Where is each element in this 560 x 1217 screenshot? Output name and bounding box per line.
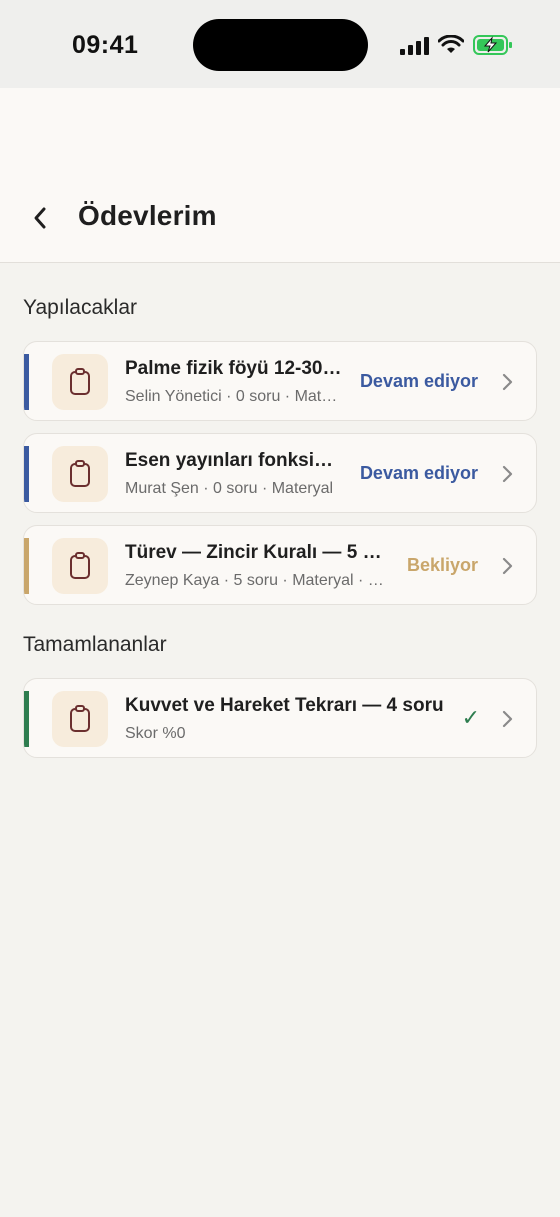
assignment-title: Palme fizik föyü 12-30 soru — [125, 358, 343, 379]
status-badge: Devam ediyor — [359, 463, 478, 483]
status-badge: Devam ediyor — [359, 371, 478, 391]
chevron-right-icon — [502, 710, 513, 728]
status-bar: 09:41 — [0, 0, 560, 88]
assignment-meta: Selin Yönetici · 0 soru · Materyal — [125, 388, 343, 405]
chevron-right-icon — [502, 373, 513, 391]
assignment-card[interactable]: Türev — Zincir Kuralı — 5 soru Zeynep Ka… — [23, 525, 537, 605]
assignment-title: Türev — Zincir Kuralı — 5 soru — [125, 542, 387, 563]
wifi-icon — [438, 35, 464, 53]
assignment-meta: Murat Şen · 0 soru · Materyal — [125, 480, 334, 497]
assignment-card[interactable]: Esen yayınları fonksiyonlar Murat Şen · … — [23, 433, 537, 513]
status-accent — [24, 538, 29, 594]
check-icon: ✓ — [461, 705, 480, 730]
dynamic-island — [193, 19, 368, 71]
clipboard-icon — [52, 691, 108, 747]
status-badge: Bekliyor — [406, 555, 478, 575]
clipboard-icon — [52, 354, 108, 410]
assignment-meta: Zeynep Kaya · 5 soru · Materyal · PDF — [125, 572, 387, 589]
battery-charging-icon — [473, 35, 512, 55]
status-accent — [24, 691, 29, 747]
chevron-right-icon — [502, 465, 513, 483]
section-title-done: Tamamlananlar — [23, 633, 167, 656]
section-title-todo: Yapılacaklar — [23, 296, 138, 319]
chevron-left-icon — [34, 207, 46, 229]
status-time: 09:41 — [72, 31, 139, 59]
chevron-right-icon — [502, 557, 513, 575]
status-accent — [24, 354, 29, 410]
assignment-card[interactable]: Palme fizik föyü 12-30 soru Selin Yöneti… — [23, 341, 537, 421]
status-accent — [24, 446, 29, 502]
clipboard-icon — [52, 446, 108, 502]
assignment-card[interactable]: Kuvvet ve Hareket Tekrarı — 4 soru Skor … — [23, 678, 537, 758]
assignment-meta: Skor %0 — [125, 725, 186, 742]
clipboard-icon — [52, 538, 108, 594]
signal-icon — [400, 37, 429, 55]
back-button[interactable] — [22, 200, 58, 236]
assignment-title: Kuvvet ve Hareket Tekrarı — 4 soru — [125, 695, 444, 716]
header — [0, 88, 560, 263]
page-title: Ödevlerim — [78, 200, 217, 231]
assignment-title: Esen yayınları fonksiyonlar — [125, 450, 343, 471]
